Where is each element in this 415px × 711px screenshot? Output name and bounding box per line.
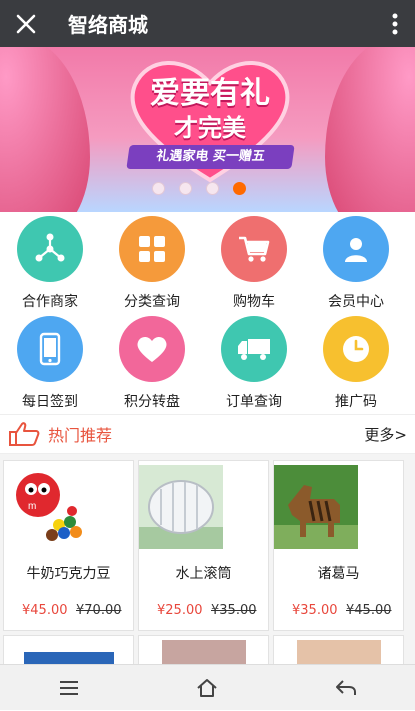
chocolate-candy-image: m xyxy=(16,473,82,541)
product-price: ¥45.00 xyxy=(22,603,68,618)
product-card[interactable]: m 牛奶巧克力豆 ¥45.00 ¥70.00 xyxy=(3,460,134,631)
product-old-price: ¥35.00 xyxy=(211,603,257,618)
heart-icon xyxy=(119,316,185,382)
home-icon xyxy=(197,678,218,697)
carousel-dots xyxy=(152,182,246,195)
share-nodes-icon xyxy=(17,216,83,282)
more-options-button[interactable] xyxy=(375,0,415,47)
carousel-dot[interactable] xyxy=(152,182,165,195)
grid-item-signin[interactable]: 每日签到 xyxy=(0,312,100,412)
close-icon xyxy=(16,14,36,33)
page-title: 智络商城 xyxy=(68,13,148,37)
banner-slogan: 爱要有礼 才完美 xyxy=(130,77,290,145)
product-name: 牛奶巧克力豆 xyxy=(26,566,111,582)
smartphone-icon xyxy=(17,316,83,382)
back-button[interactable] xyxy=(316,665,376,711)
product-card[interactable]: 诸葛马 ¥35.00 ¥45.00 xyxy=(273,460,404,631)
grid-item-orders[interactable]: 订单查询 xyxy=(204,312,304,412)
product-list: m 牛奶巧克力豆 ¥45.00 ¥70.00 水上滚筒 ¥25.00 ¥35.0… xyxy=(0,454,415,675)
product-price: ¥25.00 xyxy=(157,603,203,618)
grid-squares-icon xyxy=(119,216,185,282)
product-card[interactable]: 水上滚筒 ¥25.00 ¥35.00 xyxy=(138,460,269,631)
grid-item-label: 每日签到 xyxy=(22,394,78,410)
water-roller-image xyxy=(139,465,223,549)
toy-horse-image xyxy=(274,465,358,549)
carousel-dot[interactable] xyxy=(206,182,219,195)
grid-item-partners[interactable]: 合作商家 xyxy=(0,212,100,312)
grid-item-label: 推广码 xyxy=(335,394,377,410)
curtain-left-decoration xyxy=(0,47,90,212)
grid-item-wheel[interactable]: 积分转盘 xyxy=(102,312,202,412)
grid-item-cart[interactable]: 购物车 xyxy=(204,212,304,312)
banner-tagline: 礼遇家电 买一赠五 xyxy=(126,145,295,169)
shopping-cart-icon xyxy=(221,216,287,282)
clock-icon xyxy=(323,316,389,382)
kebab-menu-icon xyxy=(392,13,398,34)
product-old-price: ¥70.00 xyxy=(76,603,122,618)
grid-item-label: 会员中心 xyxy=(328,294,384,310)
menu-icon xyxy=(60,680,79,695)
promo-banner[interactable]: 爱要有礼 才完美 礼遇家电 买一赠五 xyxy=(0,47,415,212)
slogan-line-2: 才完美 xyxy=(174,114,246,142)
close-button[interactable] xyxy=(0,0,52,47)
feature-grid: 合作商家 分类查询 购物车 会员中心 每日签到 积分转盘 订单查询 推广码 xyxy=(0,212,415,412)
home-button[interactable] xyxy=(177,665,237,711)
thumbs-up-icon xyxy=(9,422,40,446)
product-name: 水上滚筒 xyxy=(175,566,232,582)
grid-item-member[interactable]: 会员中心 xyxy=(306,212,406,312)
product-name: 诸葛马 xyxy=(317,566,360,582)
product-price: ¥35.00 xyxy=(292,603,338,618)
product-old-price: ¥45.00 xyxy=(346,603,392,618)
carousel-dot-active[interactable] xyxy=(233,182,246,195)
more-link[interactable]: 更多> xyxy=(364,424,407,445)
hot-recommend-header: 热门推荐 更多> xyxy=(0,414,415,454)
grid-item-promo-code[interactable]: 推广码 xyxy=(306,312,406,412)
top-bar: 智络商城 xyxy=(0,0,415,47)
system-nav-bar xyxy=(0,664,415,710)
slogan-line-1: 爱要有礼 xyxy=(150,76,270,111)
carousel-dot[interactable] xyxy=(179,182,192,195)
grid-item-label: 订单查询 xyxy=(226,394,282,410)
grid-item-label: 合作商家 xyxy=(22,294,78,310)
menu-button[interactable] xyxy=(39,665,99,711)
grid-item-label: 购物车 xyxy=(233,294,275,310)
curtain-right-decoration xyxy=(325,47,415,212)
grid-item-category[interactable]: 分类查询 xyxy=(102,212,202,312)
user-icon xyxy=(323,216,389,282)
section-title: 热门推荐 xyxy=(48,426,113,445)
grid-item-label: 积分转盘 xyxy=(124,394,180,410)
grid-item-label: 分类查询 xyxy=(124,294,180,310)
back-icon xyxy=(335,679,356,695)
svg-text:m: m xyxy=(28,501,36,512)
truck-icon xyxy=(221,316,287,382)
